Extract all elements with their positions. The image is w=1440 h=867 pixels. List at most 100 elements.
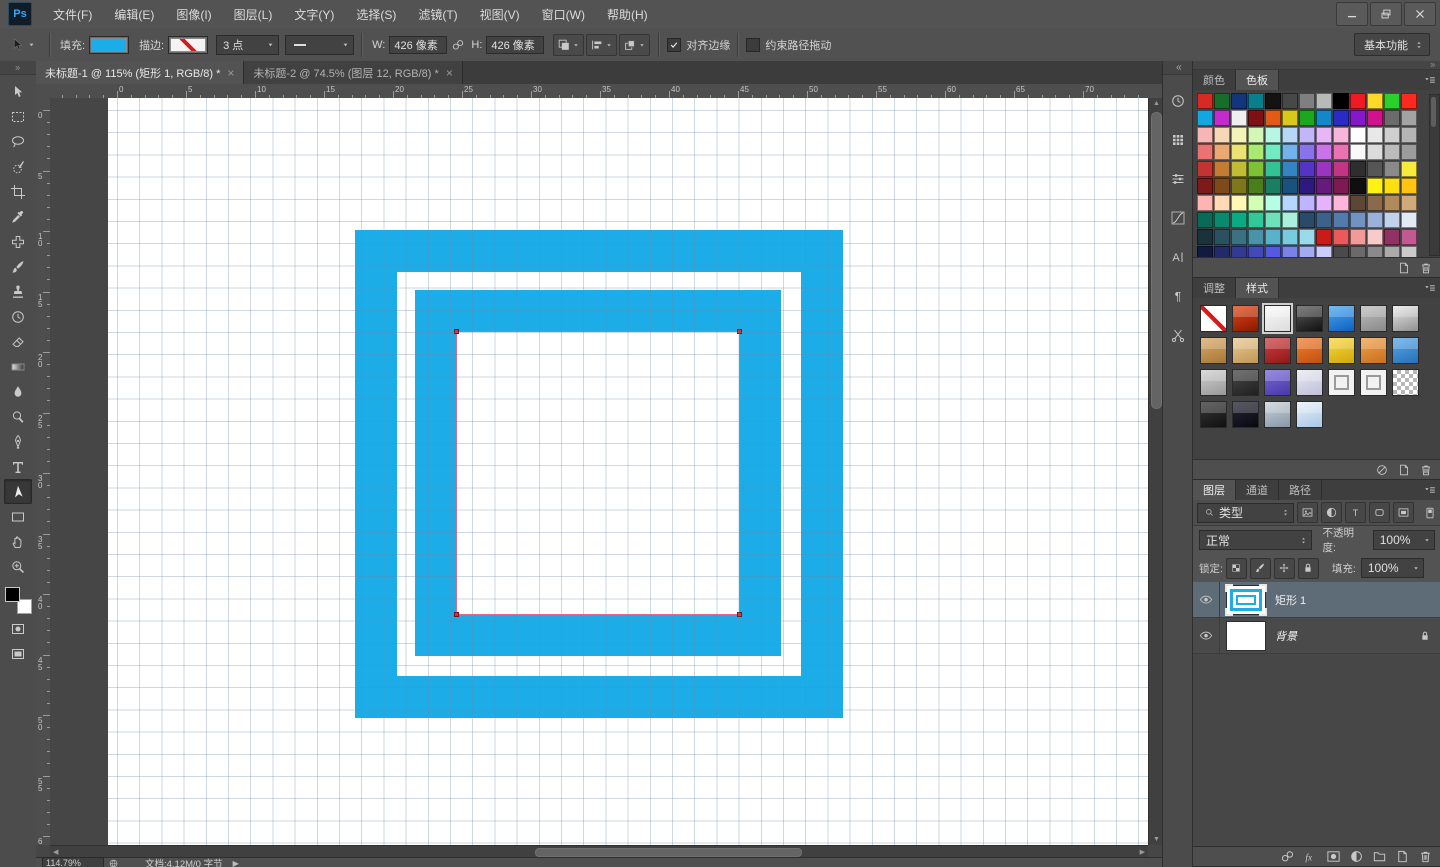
layer-thumbnail[interactable] [1226,621,1266,651]
color-swatch[interactable] [1333,229,1349,245]
color-swatch[interactable] [1333,212,1349,228]
menu-help[interactable]: 帮助(H) [596,0,659,28]
color-swatch[interactable] [1231,161,1247,177]
stroke-width-input[interactable]: 3 点 [216,35,279,55]
fill-color-swatch[interactable] [89,36,129,54]
color-swatch[interactable] [1248,212,1264,228]
path-anchor[interactable] [737,329,742,334]
swatches-scrollbar[interactable] [1429,94,1440,256]
layer-visibility-toggle[interactable] [1193,582,1220,617]
color-swatch[interactable] [1299,93,1315,109]
layer-visibility-toggle[interactable] [1193,618,1220,653]
restore-button[interactable] [1370,2,1402,26]
color-swatch[interactable] [1401,195,1417,211]
adjustment-layer-button[interactable] [1349,849,1364,864]
color-swatch[interactable] [1231,144,1247,160]
color-swatch[interactable] [1231,212,1247,228]
style-item[interactable] [1296,369,1323,396]
layer-filter-type-dropdown[interactable]: 类型 [1197,503,1294,523]
color-swatch[interactable] [1350,178,1366,194]
layers-tab-2[interactable]: 路径 [1279,480,1322,500]
color-swatch[interactable] [1265,110,1281,126]
color-swatch[interactable] [1265,229,1281,245]
lasso-tool[interactable] [4,129,32,154]
style-item[interactable] [1360,369,1387,396]
color-swatch[interactable] [1265,195,1281,211]
stroke-color-swatch[interactable] [168,36,208,54]
style-item[interactable] [1232,337,1259,364]
color-swatch[interactable] [1367,127,1383,143]
color-swatch[interactable] [1214,229,1230,245]
color-swatch[interactable] [1333,144,1349,160]
constrain-path-checkbox[interactable]: 约束路径拖动 [746,37,831,53]
link-dimensions-icon[interactable] [451,38,465,52]
menu-image[interactable]: 图像(I) [165,0,222,28]
width-input[interactable]: 426 像素 [389,36,447,54]
color-swatch[interactable] [1214,144,1230,160]
color-swatch[interactable] [1367,110,1383,126]
pen-tool[interactable] [4,429,32,454]
style-item[interactable] [1232,305,1259,332]
crop-tool[interactable] [4,179,32,204]
add-mask-button[interactable] [1326,849,1341,864]
lock-position-icon[interactable] [1274,558,1295,579]
lock-transparency-icon[interactable] [1226,558,1247,579]
color-swatch[interactable] [1248,195,1264,211]
delete-swatch-button[interactable] [1419,261,1433,275]
layer-thumbnail[interactable] [1226,585,1266,615]
clone-source-panel-icon[interactable] [1165,322,1191,348]
color-swatch[interactable] [1350,127,1366,143]
scroll-right-arrow[interactable]: ▶ [1140,848,1145,856]
swatches-tab-1[interactable]: 色板 [1236,70,1279,90]
color-swatch[interactable] [1367,161,1383,177]
color-swatch[interactable] [1299,144,1315,160]
color-swatch[interactable] [1333,195,1349,211]
status-flyout-arrow[interactable]: ▶ [233,859,239,867]
path-arrange-button[interactable] [619,34,650,56]
lock-all-icon[interactable] [1298,558,1319,579]
layer-style-button[interactable]: fx [1303,849,1318,864]
color-swatch[interactable] [1282,161,1298,177]
style-item[interactable] [1264,401,1291,428]
style-item[interactable] [1200,369,1227,396]
blur-tool[interactable] [4,379,32,404]
character-panel-icon[interactable]: A [1165,244,1191,270]
color-swatch[interactable] [1282,178,1298,194]
color-swatch[interactable] [1282,127,1298,143]
color-swatch[interactable] [1282,195,1298,211]
color-swatch[interactable] [1384,161,1400,177]
color-swatch[interactable] [1231,127,1247,143]
new-group-button[interactable] [1372,849,1387,864]
color-swatch[interactable] [1367,178,1383,194]
color-swatch[interactable] [1197,229,1213,245]
color-swatch[interactable] [1299,110,1315,126]
color-swatch[interactable] [1265,161,1281,177]
color-swatch[interactable] [1384,212,1400,228]
type-filter-icon[interactable]: T [1345,502,1366,523]
style-item[interactable] [1264,369,1291,396]
menu-view[interactable]: 视图(V) [469,0,531,28]
pixel-filter-icon[interactable] [1297,502,1318,523]
color-swatch[interactable] [1282,93,1298,109]
menu-filter[interactable]: 滤镜(T) [407,0,468,28]
stroke-type-dropdown[interactable] [285,35,354,55]
screen-mode-button[interactable] [4,641,32,666]
style-item[interactable] [1296,337,1323,364]
delete-layer-button[interactable] [1418,849,1433,864]
rectangle-tool[interactable] [4,504,32,529]
align-edges-checkbox[interactable]: 对齐边缘 [667,37,730,53]
color-swatch[interactable] [1214,161,1230,177]
path-alignment-button[interactable] [586,34,617,56]
document-canvas[interactable] [108,98,1148,845]
layers-tab-1[interactable]: 通道 [1236,480,1279,500]
color-swatch[interactable] [1299,161,1315,177]
color-swatch[interactable] [1384,178,1400,194]
color-swatch[interactable] [1316,110,1332,126]
move-tool[interactable] [4,79,32,104]
eyedropper-tool[interactable] [4,204,32,229]
lock-pixels-icon[interactable] [1250,558,1271,579]
color-swatch[interactable] [1316,93,1332,109]
color-swatch[interactable] [1401,110,1417,126]
color-swatch[interactable] [1350,144,1366,160]
color-swatch[interactable] [1231,93,1247,109]
